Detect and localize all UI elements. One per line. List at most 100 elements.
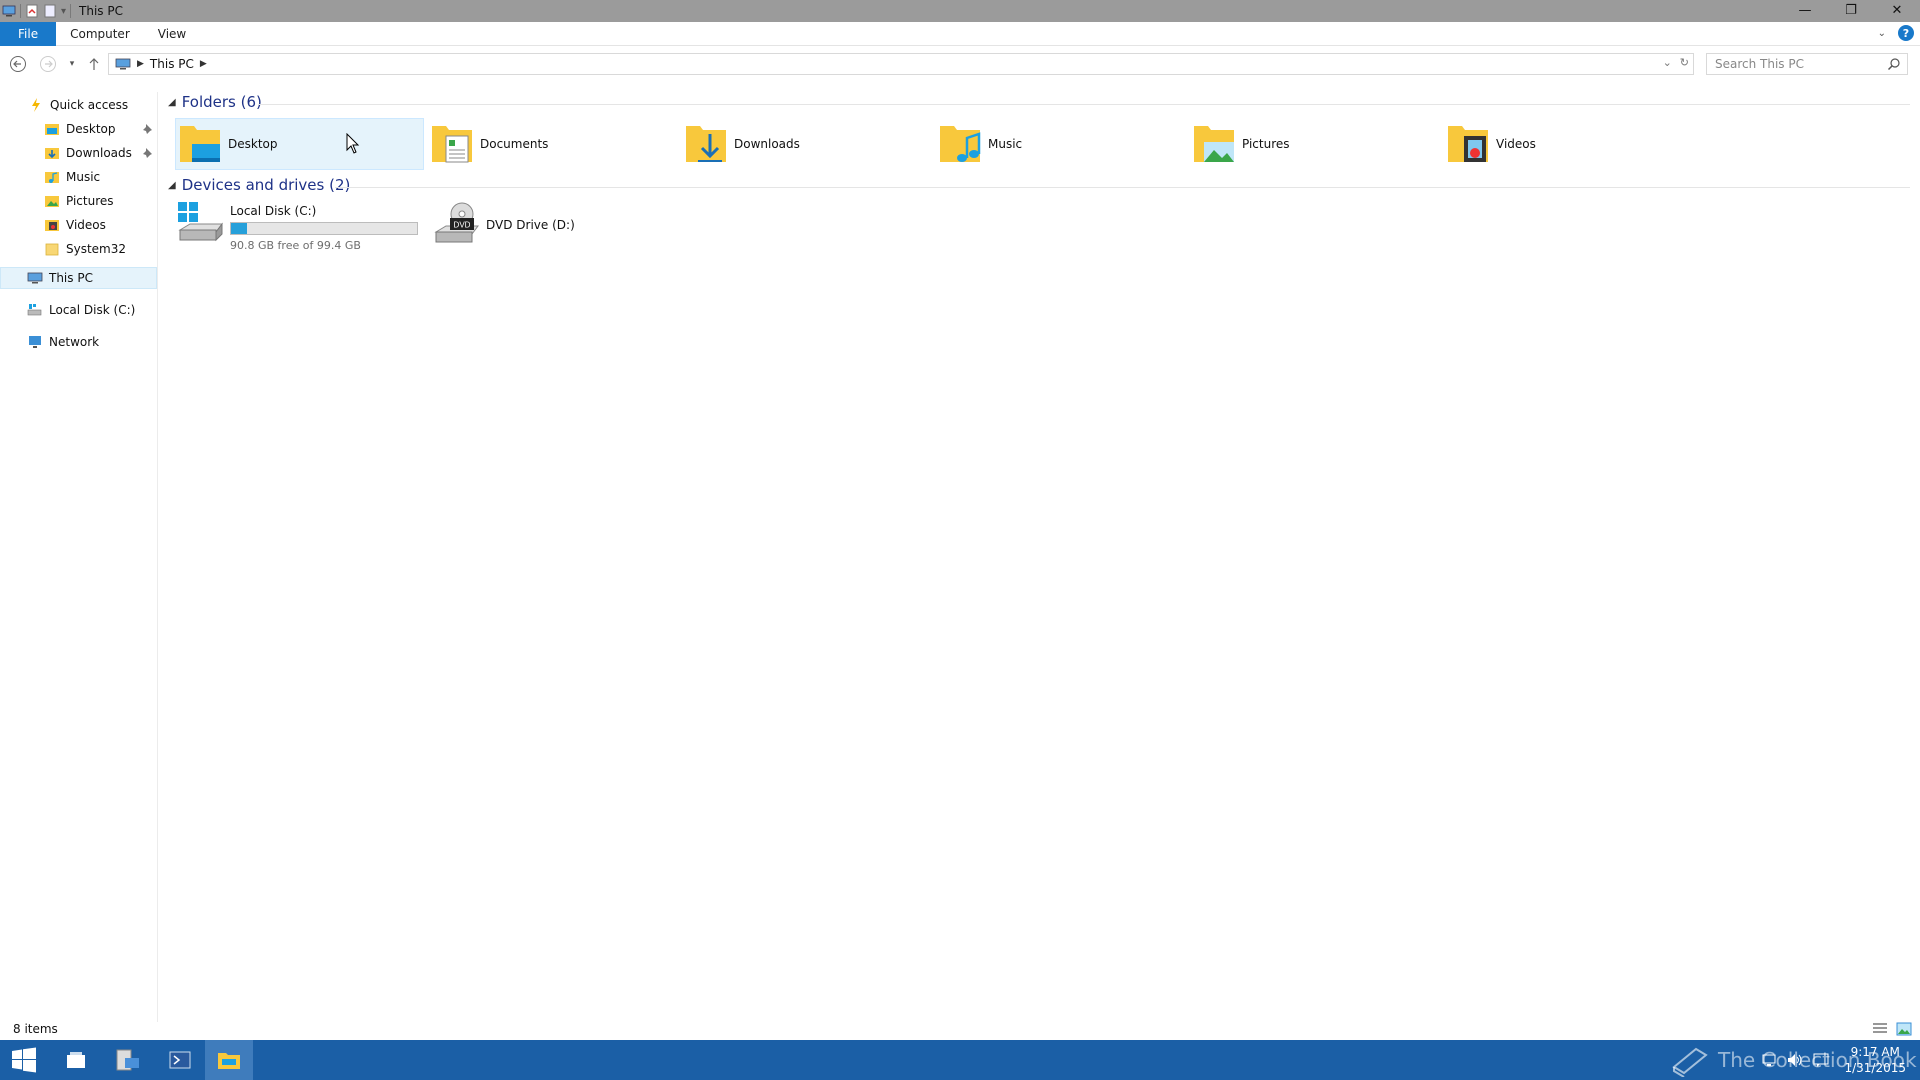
breadcrumb-separator-icon[interactable]: ▶ [137, 59, 144, 69]
nav-quick-access-label: Quick access [50, 98, 129, 112]
folder-pictures[interactable]: Pictures [1190, 118, 1439, 170]
nav-item-label: This PC [49, 271, 93, 285]
taskbar-file-explorer[interactable] [205, 1040, 253, 1080]
nav-item-pictures[interactable]: Pictures [44, 190, 114, 212]
nav-item-label: Network [49, 335, 100, 349]
customize-qat-chevron-icon[interactable]: ▾ [61, 6, 66, 17]
qat-separator [20, 4, 21, 18]
nav-item-label: Downloads [66, 146, 132, 160]
nav-item-this-pc[interactable]: This PC [0, 267, 157, 289]
pin-icon[interactable] [141, 122, 155, 136]
group-divider [258, 104, 1910, 105]
this-pc-icon [27, 272, 43, 284]
drive-free-space: 90.8 GB free of 99.4 GB [230, 239, 361, 252]
drive-name: DVD Drive (D:) [486, 218, 575, 232]
minimize-button[interactable]: — [1782, 0, 1828, 20]
pictures-folder-icon [45, 196, 59, 207]
quick-access-toolbar: ▾ [0, 0, 72, 22]
forward-button[interactable] [36, 52, 60, 76]
downloads-folder-icon [45, 148, 59, 159]
network-icon [29, 336, 41, 348]
address-history-chevron-icon[interactable]: ⌄ [1663, 56, 1672, 69]
folder-label: Documents [480, 137, 549, 151]
title-bar: ▾ This PC — ❐ ✕ [0, 0, 1920, 22]
breadcrumb-separator-icon[interactable]: ▶ [200, 59, 207, 69]
large-icons-view-icon[interactable] [1896, 1022, 1912, 1036]
tab-computer[interactable]: Computer [56, 22, 144, 46]
folder-documents[interactable]: Documents [428, 118, 677, 170]
disk-usage-fill [231, 223, 248, 234]
drive-name: Local Disk (C:) [230, 204, 317, 218]
ribbon-right-controls: ⌄ ? [1878, 25, 1914, 41]
address-bar[interactable]: ▶ This PC ▶ ⌄ ↻ [108, 53, 1694, 75]
nav-item-system32[interactable]: System32 [44, 238, 126, 260]
book-logo-icon [1672, 1047, 1708, 1077]
tab-file[interactable]: File [0, 21, 57, 46]
recent-locations-chevron-icon[interactable]: ▾ [60, 52, 84, 76]
videos-folder-icon [1448, 126, 1488, 162]
refresh-icon[interactable]: ↻ [1680, 56, 1689, 69]
action-center-icon[interactable] [1812, 1051, 1830, 1069]
new-folder-icon[interactable] [43, 4, 57, 18]
search-icon[interactable] [1887, 57, 1901, 71]
folders-group-header[interactable]: ◢ Folders (6) [168, 93, 262, 111]
devices-group-header[interactable]: ◢ Devices and drives (2) [168, 176, 350, 194]
folder-label: Videos [1496, 137, 1536, 151]
folder-icon [45, 243, 59, 256]
this-pc-icon[interactable] [2, 4, 16, 18]
network-tray-icon[interactable] [1760, 1051, 1778, 1069]
nav-item-local-disk[interactable]: Local Disk (C:) [27, 299, 135, 321]
clock[interactable]: 9:17 AM 1/31/2015 [1844, 1044, 1906, 1076]
nav-item-desktop[interactable]: Desktop [44, 118, 116, 140]
taskbar-server-manager[interactable] [104, 1040, 152, 1080]
taskbar-powershell[interactable] [156, 1040, 204, 1080]
folder-downloads[interactable]: Downloads [682, 118, 931, 170]
folder-label: Desktop [228, 137, 278, 151]
nav-quick-access[interactable]: Quick access [28, 94, 128, 116]
window-controls: — ❐ ✕ [1782, 0, 1920, 20]
properties-icon[interactable] [25, 4, 39, 18]
nav-item-music[interactable]: Music [44, 166, 100, 188]
group-divider [335, 187, 1910, 188]
breadcrumb-this-pc[interactable]: This PC [150, 57, 194, 71]
nav-item-videos[interactable]: Videos [44, 214, 106, 236]
server-manager-icon [116, 1049, 139, 1071]
search-input[interactable]: Search This PC [1706, 53, 1908, 75]
collapse-triangle-icon[interactable]: ◢ [168, 180, 176, 191]
taskbar-task-view[interactable] [52, 1040, 100, 1080]
start-button[interactable] [0, 1040, 48, 1080]
drive-dvd-d[interactable]: DVD DVD Drive (D:) [432, 200, 575, 248]
nav-item-downloads[interactable]: Downloads [44, 142, 132, 164]
volume-icon[interactable] [1786, 1051, 1804, 1069]
drive-local-disk-c[interactable]: Local Disk (C:) 90.8 GB free of 99.4 GB [176, 200, 418, 252]
tab-view[interactable]: View [144, 22, 200, 46]
taskbar: The Collection Book 9:17 AM 1/31/2015 [0, 1040, 1920, 1080]
restore-button[interactable]: ❐ [1828, 0, 1874, 20]
window-title: This PC [79, 4, 123, 18]
collapse-triangle-icon[interactable]: ◢ [168, 97, 176, 108]
nav-item-network[interactable]: Network [27, 331, 99, 353]
folder-videos[interactable]: Videos [1444, 118, 1693, 170]
folder-label: Pictures [1242, 137, 1290, 151]
local-disk-info: Local Disk (C:) 90.8 GB free of 99.4 GB [230, 200, 418, 252]
pin-icon[interactable] [141, 146, 155, 160]
folder-label: Music [988, 137, 1023, 151]
help-icon[interactable]: ? [1898, 25, 1914, 41]
nav-item-label: Music [66, 170, 101, 184]
status-bar: 8 items [0, 1019, 1920, 1039]
address-bar-controls: ⌄ ↻ [1663, 56, 1689, 69]
details-view-icon[interactable] [1872, 1022, 1888, 1036]
folder-music[interactable]: Music [936, 118, 1185, 170]
up-button[interactable] [82, 52, 106, 76]
forward-arrow-icon [40, 56, 56, 72]
view-switcher [1872, 1022, 1912, 1036]
folder-desktop[interactable]: Desktop [175, 118, 424, 170]
clock-date: 1/31/2015 [1844, 1061, 1906, 1075]
back-button[interactable] [6, 52, 30, 76]
close-button[interactable]: ✕ [1874, 0, 1920, 20]
expand-ribbon-chevron-icon[interactable]: ⌄ [1878, 28, 1886, 39]
downloads-folder-icon [686, 126, 726, 162]
local-disk-icon [178, 202, 223, 242]
navigation-pane: Quick access Desktop Downloads Music Pic… [0, 92, 158, 1022]
system-tray: 9:17 AM 1/31/2015 [1760, 1040, 1920, 1080]
